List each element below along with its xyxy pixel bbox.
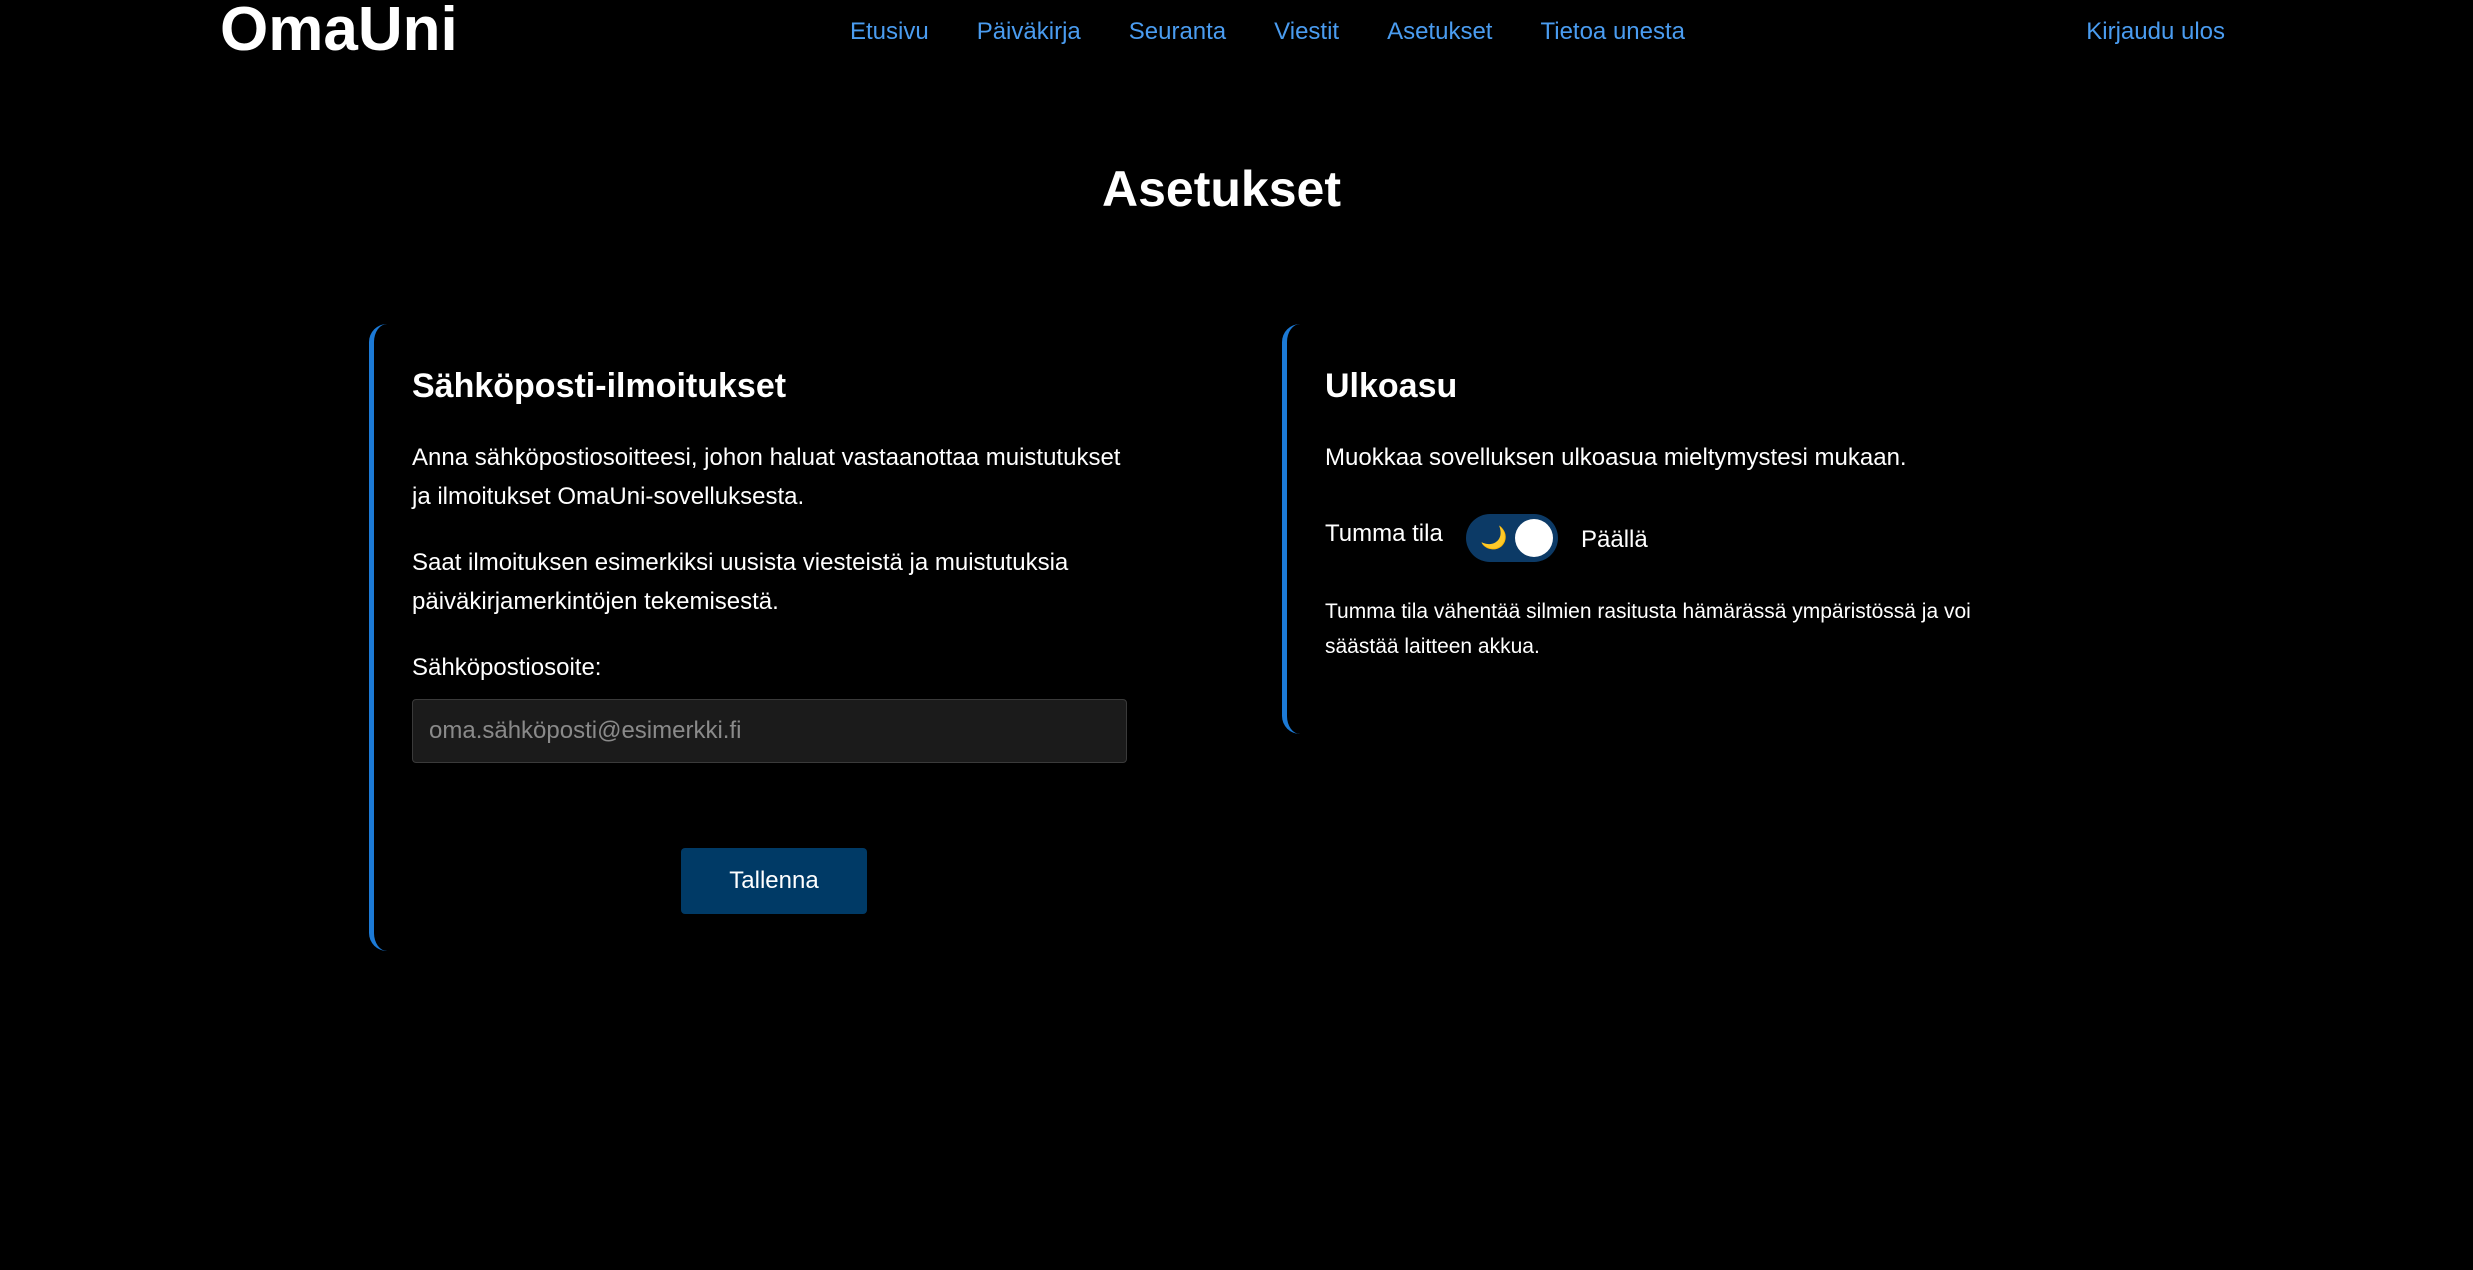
- save-button[interactable]: Tallenna: [681, 848, 867, 914]
- nav-link-seuranta[interactable]: Seuranta: [1129, 14, 1226, 50]
- email-field-label: Sähköpostiosoite:: [412, 654, 602, 681]
- nav-link-tietoa-unesta[interactable]: Tietoa unesta: [1540, 14, 1685, 50]
- dark-mode-toggle[interactable]: 🌙: [1466, 514, 1558, 562]
- appearance-card-description: Muokkaa sovelluksen ulkoasua mieltymyste…: [1325, 444, 1907, 471]
- toggle-knob: [1515, 519, 1553, 557]
- logout-link[interactable]: Kirjaudu ulos: [2086, 14, 2225, 50]
- dark-mode-label: Tumma tila: [1325, 520, 1443, 547]
- settings-page: OmaUni Etusivu Päiväkirja Seuranta Viest…: [0, 0, 2473, 1270]
- nav-link-viestit[interactable]: Viestit: [1274, 14, 1339, 50]
- nav-link-paivakirja[interactable]: Päiväkirja: [977, 14, 1081, 50]
- page-title: Asetukset: [1102, 161, 1341, 217]
- app-logo[interactable]: OmaUni: [220, 0, 458, 62]
- nav-link-asetukset[interactable]: Asetukset: [1387, 14, 1492, 50]
- appearance-card: Ulkoasu Muokkaa sovelluksen ulkoasua mie…: [1282, 324, 2068, 734]
- email-field[interactable]: [412, 699, 1127, 763]
- appearance-card-title: Ulkoasu: [1325, 367, 1458, 405]
- dark-mode-state: Päällä: [1581, 526, 1648, 553]
- main-nav: Etusivu Päiväkirja Seuranta Viestit Aset…: [850, 14, 1733, 50]
- nav-link-etusivu[interactable]: Etusivu: [850, 14, 929, 50]
- moon-icon: 🌙: [1480, 525, 1508, 550]
- top-navbar: OmaUni Etusivu Päiväkirja Seuranta Viest…: [0, 0, 2473, 64]
- dark-mode-note: Tumma tila vähentää silmien rasitusta hä…: [1325, 600, 1971, 658]
- dark-mode-row: Tumma tila 🌙 Päällä: [1325, 514, 2025, 564]
- email-card-title: Sähköposti-ilmoitukset: [412, 367, 787, 405]
- email-notifications-card: Sähköposti-ilmoitukset Anna sähköpostios…: [369, 324, 1155, 951]
- email-card-description: Anna sähköpostiosoitteesi, johon haluat …: [412, 444, 1121, 510]
- email-card-info: Saat ilmoituksen esimerkiksi uusista vie…: [412, 549, 1069, 615]
